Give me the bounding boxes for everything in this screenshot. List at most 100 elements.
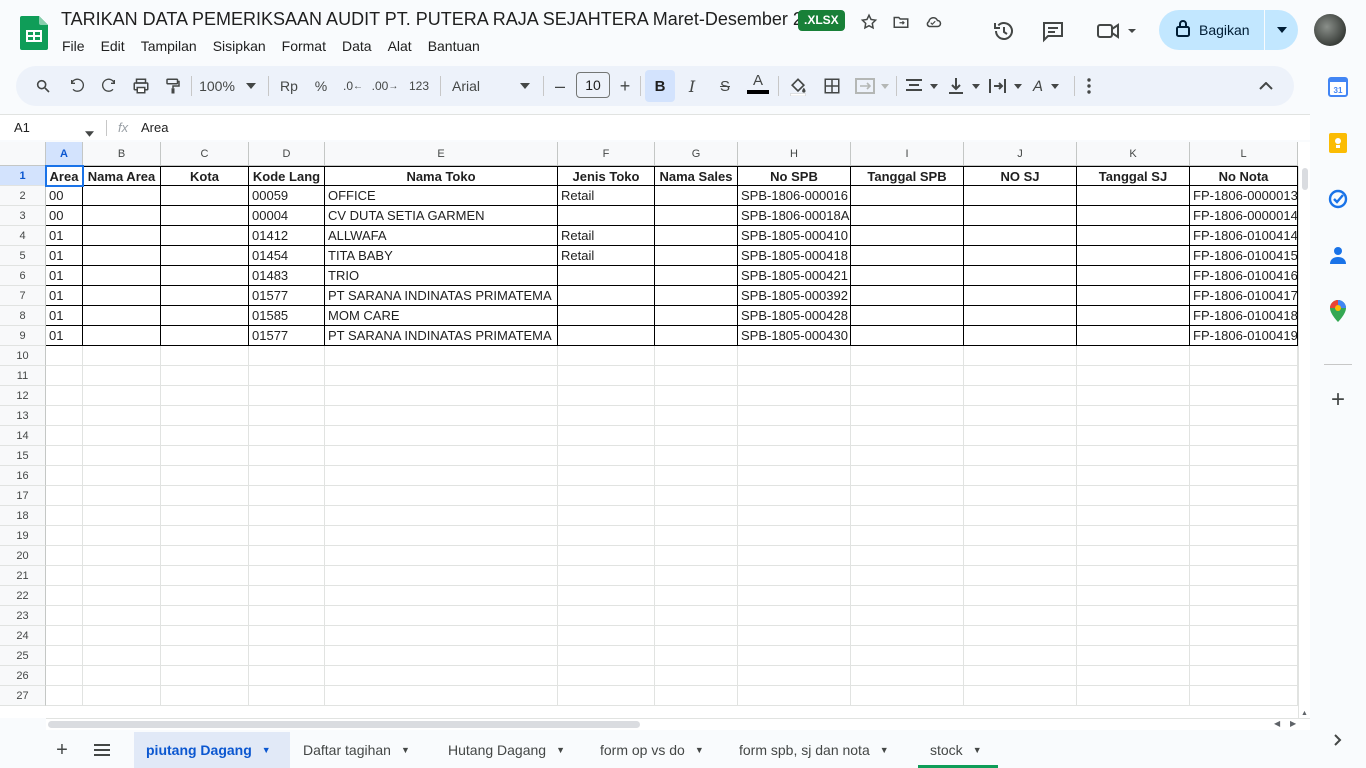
column-header-h[interactable]: H bbox=[738, 142, 851, 166]
empty-cell[interactable] bbox=[249, 566, 325, 586]
spreadsheet-grid[interactable]: ABCDEFGHIJKL 1 2 3 4 5 6 7 8 9 10 11 12 13 14 15 16 17 18… bbox=[0, 142, 1310, 718]
empty-cell[interactable] bbox=[161, 686, 249, 706]
table-cell[interactable]: FP-1806-0100416 bbox=[1190, 266, 1298, 286]
text-rotation-button[interactable]: A bbox=[1030, 66, 1066, 106]
table-cell[interactable] bbox=[1077, 226, 1190, 246]
empty-cell[interactable] bbox=[1077, 346, 1190, 366]
empty-cell[interactable] bbox=[249, 646, 325, 666]
paint-format-icon[interactable] bbox=[162, 66, 184, 106]
name-box-chevron-icon[interactable] bbox=[85, 124, 94, 142]
version-history-icon[interactable] bbox=[992, 19, 1016, 43]
empty-cell[interactable] bbox=[851, 546, 964, 566]
table-cell[interactable] bbox=[161, 186, 249, 206]
empty-cell[interactable] bbox=[249, 606, 325, 626]
empty-cell[interactable] bbox=[558, 446, 655, 466]
name-box[interactable]: A1 bbox=[14, 120, 30, 135]
empty-cell[interactable] bbox=[83, 666, 161, 686]
row-header-15[interactable]: 15 bbox=[0, 446, 46, 466]
row-header-1[interactable]: 1 bbox=[0, 166, 46, 186]
empty-cell[interactable] bbox=[851, 686, 964, 706]
menu-file[interactable]: File bbox=[54, 36, 93, 56]
row-header-2[interactable]: 2 bbox=[0, 186, 46, 206]
empty-cell[interactable] bbox=[738, 626, 851, 646]
empty-cell[interactable] bbox=[161, 346, 249, 366]
empty-cell[interactable] bbox=[161, 446, 249, 466]
sheet-tab-2[interactable]: Daftar tagihan ▼ bbox=[291, 732, 434, 768]
empty-cell[interactable] bbox=[249, 506, 325, 526]
menu-help[interactable]: Bantuan bbox=[420, 36, 488, 56]
empty-cell[interactable] bbox=[83, 526, 161, 546]
table-cell[interactable]: FP-1806-0000013 bbox=[1190, 186, 1298, 206]
empty-cell[interactable] bbox=[655, 626, 738, 646]
empty-cell[interactable] bbox=[738, 526, 851, 546]
zoom-select[interactable]: 100% bbox=[196, 66, 238, 106]
header-cell[interactable]: Nama Area bbox=[83, 166, 161, 186]
table-cell[interactable]: 01412 bbox=[249, 226, 325, 246]
empty-cell[interactable] bbox=[558, 586, 655, 606]
empty-cell[interactable] bbox=[1190, 406, 1298, 426]
empty-cell[interactable] bbox=[249, 466, 325, 486]
empty-cell[interactable] bbox=[738, 386, 851, 406]
empty-cell[interactable] bbox=[558, 366, 655, 386]
row-header-24[interactable]: 24 bbox=[0, 626, 46, 646]
empty-cell[interactable] bbox=[249, 426, 325, 446]
sheets-logo-icon[interactable] bbox=[20, 16, 48, 50]
table-cell[interactable] bbox=[83, 286, 161, 306]
menu-insert[interactable]: Sisipkan bbox=[205, 36, 274, 56]
empty-cell[interactable] bbox=[738, 346, 851, 366]
horizontal-scrollbar[interactable]: ◀ ▶ bbox=[46, 718, 1310, 730]
table-cell[interactable] bbox=[851, 186, 964, 206]
column-header-k[interactable]: K bbox=[1077, 142, 1190, 166]
table-cell[interactable] bbox=[83, 266, 161, 286]
empty-cell[interactable] bbox=[738, 686, 851, 706]
empty-cell[interactable] bbox=[83, 626, 161, 646]
column-header-c[interactable]: C bbox=[161, 142, 249, 166]
empty-cell[interactable] bbox=[558, 406, 655, 426]
empty-cell[interactable] bbox=[964, 366, 1077, 386]
empty-cell[interactable] bbox=[46, 346, 83, 366]
table-cell[interactable] bbox=[558, 266, 655, 286]
font-family-select[interactable]: Arial bbox=[452, 66, 512, 106]
menu-edit[interactable]: Edit bbox=[93, 36, 133, 56]
column-header-e[interactable]: E bbox=[325, 142, 558, 166]
empty-cell[interactable] bbox=[325, 386, 558, 406]
empty-cell[interactable] bbox=[655, 426, 738, 446]
sheet-tab-5[interactable]: form spb, sj dan nota ▼ bbox=[727, 732, 917, 768]
empty-cell[interactable] bbox=[325, 486, 558, 506]
header-cell[interactable]: Tanggal SJ bbox=[1077, 166, 1190, 186]
empty-cell[interactable] bbox=[46, 406, 83, 426]
table-cell[interactable] bbox=[558, 286, 655, 306]
row-header-20[interactable]: 20 bbox=[0, 546, 46, 566]
table-cell[interactable] bbox=[161, 306, 249, 326]
table-cell[interactable] bbox=[655, 246, 738, 266]
table-cell[interactable]: SPB-1805-000421 bbox=[738, 266, 851, 286]
empty-cell[interactable] bbox=[655, 446, 738, 466]
table-cell[interactable]: FP-1806-0100418 bbox=[1190, 306, 1298, 326]
empty-cell[interactable] bbox=[325, 366, 558, 386]
table-cell[interactable]: 01483 bbox=[249, 266, 325, 286]
increase-font-size-icon[interactable]: + bbox=[616, 66, 634, 106]
empty-cell[interactable] bbox=[851, 666, 964, 686]
header-cell[interactable]: No SPB bbox=[738, 166, 851, 186]
vertical-scrollbar[interactable]: ▲ ▼ bbox=[1298, 166, 1310, 718]
empty-cell[interactable] bbox=[1077, 686, 1190, 706]
empty-cell[interactable] bbox=[655, 406, 738, 426]
empty-cell[interactable] bbox=[1190, 426, 1298, 446]
empty-cell[interactable] bbox=[851, 586, 964, 606]
empty-cell[interactable] bbox=[1077, 426, 1190, 446]
empty-cell[interactable] bbox=[83, 606, 161, 626]
header-cell[interactable]: Kota bbox=[161, 166, 249, 186]
empty-cell[interactable] bbox=[161, 666, 249, 686]
contacts-icon[interactable] bbox=[1326, 243, 1350, 267]
empty-cell[interactable] bbox=[964, 386, 1077, 406]
calendar-icon[interactable]: 31 bbox=[1326, 75, 1350, 99]
empty-cell[interactable] bbox=[738, 446, 851, 466]
empty-cell[interactable] bbox=[325, 446, 558, 466]
empty-cell[interactable] bbox=[325, 566, 558, 586]
borders-icon[interactable] bbox=[820, 66, 844, 106]
row-header-8[interactable]: 8 bbox=[0, 306, 46, 326]
empty-cell[interactable] bbox=[1190, 646, 1298, 666]
empty-cell[interactable] bbox=[964, 626, 1077, 646]
empty-cell[interactable] bbox=[1077, 446, 1190, 466]
empty-cell[interactable] bbox=[325, 466, 558, 486]
